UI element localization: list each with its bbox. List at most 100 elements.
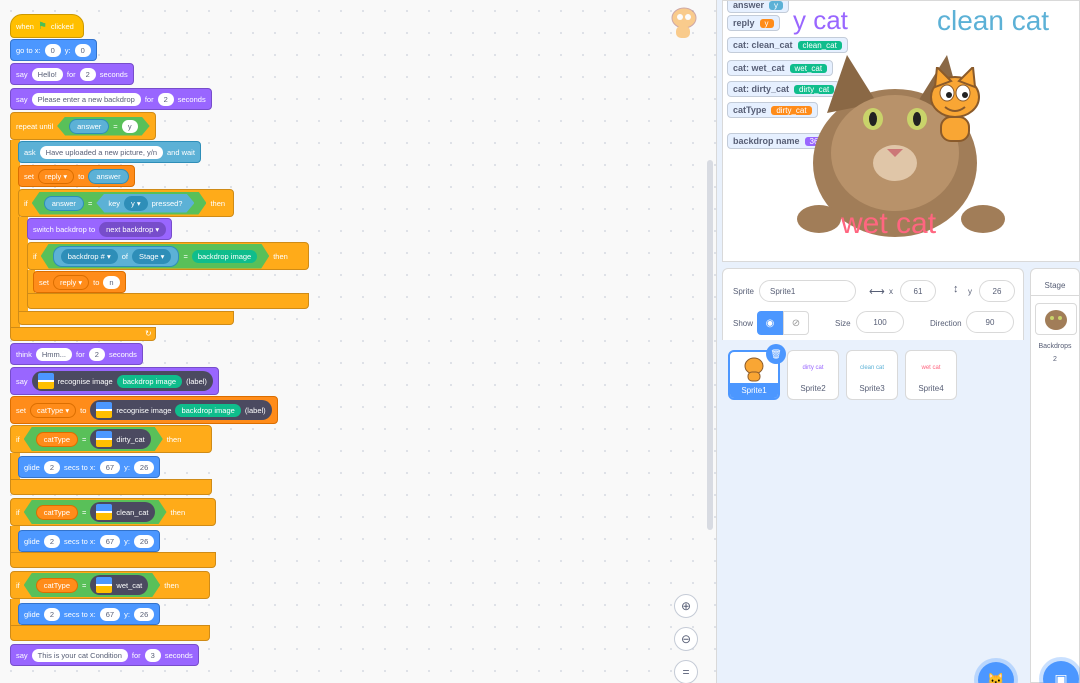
- sprite-tile[interactable]: 🗑 Sprite1: [728, 344, 786, 400]
- equals-operator[interactable]: catType = dirty_cat: [24, 427, 163, 451]
- variable-dropdown[interactable]: catType ▾: [30, 402, 77, 418]
- sprite-tile[interactable]: wet cat Sprite4: [905, 350, 957, 400]
- repeat-value-input[interactable]: y: [122, 120, 138, 133]
- equals-operator[interactable]: answer = y: [57, 117, 150, 136]
- equals-operator[interactable]: catType = clean_cat: [24, 500, 167, 524]
- variable-monitor[interactable]: reply y: [727, 15, 780, 31]
- set-reply-to-n-block[interactable]: set reply ▾ to n: [33, 271, 126, 293]
- switch-backdrop-block[interactable]: switch backdrop to next backdrop ▾: [27, 218, 173, 240]
- size-field[interactable]: 100: [856, 311, 904, 333]
- if-clean-cat-block[interactable]: if catType = clean_cat then: [10, 498, 216, 526]
- cattype-reporter[interactable]: catType: [36, 505, 78, 520]
- cattype-reporter[interactable]: catType: [36, 432, 78, 447]
- recognise-image-reporter[interactable]: recognise image backdrop image (label): [90, 400, 272, 420]
- glide-x-input[interactable]: 67: [99, 534, 121, 548]
- backdrop-dropdown[interactable]: next backdrop ▾: [99, 221, 167, 237]
- variable-dropdown[interactable]: reply ▾: [53, 274, 90, 290]
- vertical-scrollbar[interactable]: [707, 160, 713, 530]
- glide-block[interactable]: glide 2 secs to x: 67 y: 26: [18, 530, 161, 552]
- go-to-xy-block[interactable]: go to x: 0 y: 0: [10, 39, 97, 61]
- variable-dropdown[interactable]: reply ▾: [38, 168, 75, 184]
- goto-x-input[interactable]: 0: [44, 43, 61, 57]
- answer-reporter[interactable]: answer: [44, 196, 84, 211]
- value-input[interactable]: n: [103, 275, 120, 289]
- think-block[interactable]: think Hmm... for 2 seconds: [10, 343, 143, 365]
- stage-text-wet: wet cat: [841, 207, 937, 240]
- equals-operator[interactable]: backdrop # ▾ of Stage ▾ = backdrop image: [41, 244, 269, 269]
- glide-secs-input[interactable]: 2: [43, 460, 61, 474]
- delete-sprite-button[interactable]: 🗑: [766, 344, 786, 364]
- think-text-input[interactable]: Hmm...: [35, 347, 73, 361]
- show-hidden-button[interactable]: ⊘: [783, 311, 809, 335]
- sprite-tile[interactable]: clean cat Sprite3: [846, 350, 898, 400]
- recognise-image-reporter[interactable]: recognise image backdrop image (label): [31, 371, 213, 391]
- variable-monitor[interactable]: cat: clean_cat clean_cat: [727, 37, 848, 53]
- set-reply-to-answer-block[interactable]: set reply ▾ to answer: [18, 165, 135, 187]
- variable-monitor[interactable]: answer y: [727, 1, 790, 13]
- answer-reporter[interactable]: answer: [69, 119, 109, 134]
- cattype-reporter[interactable]: catType: [36, 578, 78, 593]
- class-reporter[interactable]: wet_cat: [90, 575, 148, 595]
- glide-y-input[interactable]: 26: [133, 534, 155, 548]
- glide-x-input[interactable]: 67: [99, 460, 121, 474]
- say-text-input[interactable]: Hello!: [31, 67, 63, 81]
- class-reporter[interactable]: clean_cat: [90, 502, 154, 522]
- glide-y-input[interactable]: 26: [133, 460, 155, 474]
- property-dropdown[interactable]: backdrop # ▾: [61, 249, 118, 264]
- show-visible-button[interactable]: ◉: [757, 311, 783, 335]
- goto-y-input[interactable]: 0: [74, 43, 91, 57]
- y-field[interactable]: 26: [979, 280, 1015, 302]
- backdrop-thumbnail[interactable]: [1035, 303, 1077, 335]
- code-area[interactable]: when ⚑ clicked go to x: 0 y: 0 say Hello…: [0, 0, 716, 683]
- equals-operator[interactable]: answer = key y ▾ pressed?: [32, 192, 207, 215]
- scratch-cat-sprite[interactable]: [923, 67, 987, 149]
- glide-block[interactable]: glide 2 secs to x: 67 y: 26: [18, 456, 161, 478]
- choose-backdrop-button[interactable]: ▣: [1043, 661, 1079, 683]
- repeat-until-block[interactable]: repeat until answer = y: [10, 112, 156, 140]
- set-cattype-block[interactable]: set catType ▾ to recognise image backdro…: [10, 396, 278, 424]
- glide-secs-input[interactable]: 2: [43, 534, 61, 548]
- glide-block[interactable]: glide 2 secs to x: 67 y: 26: [18, 603, 161, 625]
- answer-reporter[interactable]: answer: [88, 168, 129, 184]
- equals-operator[interactable]: catType = wet_cat: [24, 573, 161, 597]
- backdrop-image-reporter[interactable]: backdrop image: [192, 250, 257, 263]
- key-pressed-reporter[interactable]: key y ▾ pressed?: [96, 194, 194, 213]
- sprite-tile[interactable]: dirty cat Sprite2: [787, 350, 839, 400]
- x-field[interactable]: 61: [900, 280, 936, 302]
- object-dropdown[interactable]: Stage ▾: [132, 249, 171, 264]
- glide-y-input[interactable]: 26: [133, 607, 155, 621]
- direction-field[interactable]: 90: [966, 311, 1014, 333]
- backdrop-image-reporter[interactable]: backdrop image: [116, 374, 183, 388]
- say-enter-backdrop-block[interactable]: say Please enter a new backdrop for 2 se…: [10, 88, 212, 110]
- when-flag-clicked-block[interactable]: when ⚑ clicked: [10, 14, 84, 38]
- glide-secs-input[interactable]: 2: [43, 607, 61, 621]
- secs-input[interactable]: 2: [88, 347, 105, 361]
- zoom-in-button[interactable]: ⊕: [674, 594, 698, 618]
- stage-selector-panel[interactable]: Stage Backdrops 2 ▣: [1030, 268, 1080, 683]
- of-reporter[interactable]: backdrop # ▾ of Stage ▾: [53, 246, 180, 267]
- zoom-out-button[interactable]: ⊖: [674, 627, 698, 651]
- zoom-reset-button[interactable]: =: [674, 660, 698, 683]
- if-key-pressed-block[interactable]: if answer = key y ▾ pressed? then: [18, 189, 234, 217]
- key-dropdown[interactable]: y ▾: [124, 196, 148, 211]
- class-reporter[interactable]: dirty_cat: [90, 429, 150, 449]
- stage-canvas[interactable]: y cat clean cat answer y reply y cat: clean_…: [722, 0, 1080, 262]
- secs-input[interactable]: 2: [157, 92, 174, 106]
- glide-x-input[interactable]: 67: [99, 607, 121, 621]
- say-text-input[interactable]: Please enter a new backdrop: [31, 92, 141, 106]
- if-wet-cat-block[interactable]: if catType = wet_cat then: [10, 571, 210, 599]
- secs-input[interactable]: 2: [79, 67, 96, 81]
- if-dirty-cat-block[interactable]: if catType = dirty_cat then: [10, 425, 212, 453]
- secs-input[interactable]: 3: [144, 648, 161, 662]
- say-text-input[interactable]: This is your cat Condition: [31, 648, 128, 662]
- choose-sprite-button[interactable]: 🐱: [978, 662, 1014, 683]
- ask-text-input[interactable]: Have uploaded a new picture, y/n: [39, 145, 163, 159]
- ask-and-wait-block[interactable]: ask Have uploaded a new picture, y/n and…: [18, 141, 201, 163]
- if-backdrop-equals-block[interactable]: if backdrop # ▾ of Stage ▾ = backdrop im…: [27, 242, 309, 270]
- say-final-block[interactable]: say This is your cat Condition for 3 sec…: [10, 644, 199, 666]
- backdrop-image-reporter[interactable]: backdrop image: [175, 403, 241, 417]
- say-recognise-block[interactable]: say recognise image backdrop image (labe…: [10, 367, 219, 395]
- say-hello-block[interactable]: say Hello! for 2 seconds: [10, 63, 134, 85]
- monitor-value: y: [759, 18, 774, 28]
- sprite-name-field[interactable]: Sprite1: [759, 280, 856, 302]
